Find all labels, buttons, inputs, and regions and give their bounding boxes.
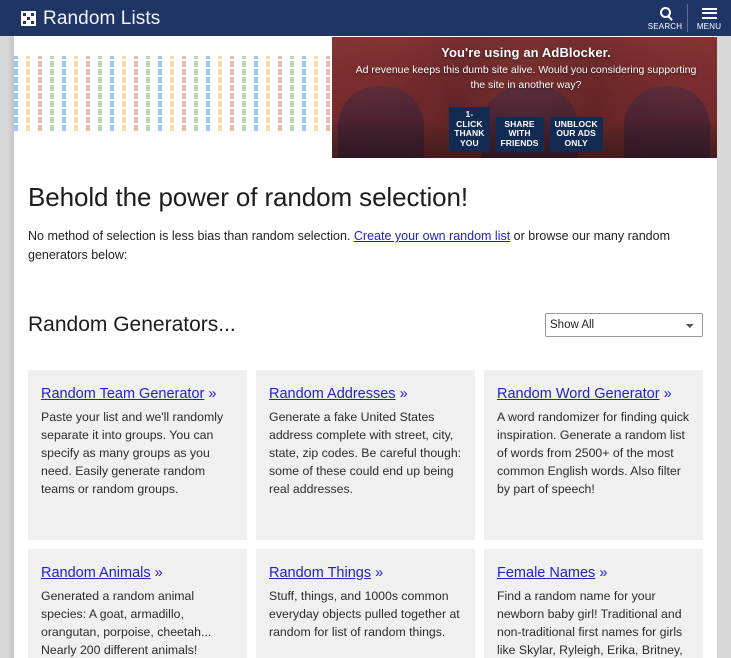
dice-five-icon [21,10,36,26]
site-navbar: Random Lists SEARCH MENU [0,0,731,36]
create-your-own-random-list-link[interactable]: Create your own random list [354,229,510,243]
adblock-action-buttons: 1- CLICK THANK YOU SHARE WITH FRIENDS UN… [332,107,717,152]
chevron-right-icon: » [663,385,672,402]
thank-you-button[interactable]: 1- CLICK THANK YOU [449,107,490,152]
generator-filter-select[interactable]: Show All [545,313,703,338]
browser-viewport: Random Lists SEARCH MENU You're using an… [0,0,731,658]
generator-card[interactable]: Female Names » Find a random name for yo… [484,548,703,658]
share-with-friends-button[interactable]: SHARE WITH FRIENDS [495,116,544,152]
generator-card[interactable]: Random Addresses » Generate a fake Unite… [256,369,475,540]
generator-card-description: Paste your list and we'll randomly separ… [41,409,224,496]
generator-card-description: Stuff, things, and 1000s common everyday… [269,588,460,639]
generator-card[interactable]: Random Word Generator » A word randomize… [484,369,703,540]
ad-placeholder-pattern [14,56,332,131]
generator-card[interactable]: Random Animals » Generated a random anim… [28,548,247,658]
generator-card-description: Generated a random animal species: A goa… [41,588,212,657]
hamburger-menu-icon [701,5,717,22]
chevron-right-icon: » [208,385,217,402]
page-sheet: You're using an AdBlocker. Ad revenue ke… [14,36,717,658]
adblock-notice-banner[interactable]: You're using an AdBlocker. Ad revenue ke… [332,37,717,158]
chevron-right-icon: » [599,564,608,581]
chevron-right-icon: » [399,385,408,402]
generator-card[interactable]: Random Things » Stuff, things, and 1000s… [256,548,475,658]
generator-card-link[interactable]: Random Animals » [41,565,163,581]
generator-card-grid: Random Team Generator » Paste your list … [28,369,703,658]
chevron-right-icon: » [154,564,163,581]
site-brand[interactable]: Random Lists [21,9,160,28]
generator-card-title[interactable]: Random Team Generator [41,386,204,402]
menu-button-label: MENU [696,21,722,31]
generator-card-title[interactable]: Female Names [497,565,595,581]
generator-card-description: Find a random name for your newborn baby… [497,588,683,657]
generator-card-title[interactable]: Random Things [269,565,371,581]
generator-card-link[interactable]: Random Addresses » [269,386,408,402]
intro-text-before: No method of selection is less bias than… [28,229,354,243]
generators-section-title: Random Generators... [28,313,236,337]
ad-strip: You're using an AdBlocker. Ad revenue ke… [14,36,717,159]
search-icon [659,5,671,22]
search-button[interactable]: SEARCH [643,0,687,36]
navbar-actions: SEARCH MENU [643,0,731,36]
generator-card-link[interactable]: Random Things » [269,565,383,581]
generator-card-link[interactable]: Female Names » [497,565,607,581]
generators-section-header: Random Generators... Show All [28,295,703,356]
generator-card-title[interactable]: Random Animals [41,565,151,581]
main-content: Behold the power of random selection! No… [14,181,717,658]
adblock-headline: You're using an AdBlocker. [441,45,611,60]
generator-card-description: Generate a fake United States address co… [269,409,462,496]
generator-card[interactable]: Random Team Generator » Paste your list … [28,369,247,540]
intro-paragraph: No method of selection is less bias than… [28,227,700,265]
unblock-our-ads-button[interactable]: UNBLOCK OUR ADS ONLY [549,116,603,152]
search-button-label: SEARCH [647,21,683,31]
generator-card-title[interactable]: Random Addresses [269,386,396,402]
generator-card-description: A word randomizer for finding quick insp… [497,409,690,496]
page-title: Behold the power of random selection! [28,182,469,212]
generator-card-link[interactable]: Random Word Generator » [497,386,672,402]
site-brand-label: Random Lists [43,7,161,29]
adblock-subtext: Ad revenue keeps this dumb site alive. W… [355,64,697,91]
adblock-notice-text: You're using an AdBlocker. Ad revenue ke… [332,43,717,93]
generator-card-link[interactable]: Random Team Generator » [41,386,216,402]
generator-card-title[interactable]: Random Word Generator [497,386,660,402]
chevron-right-icon: » [375,564,384,581]
menu-button[interactable]: MENU [687,0,731,36]
